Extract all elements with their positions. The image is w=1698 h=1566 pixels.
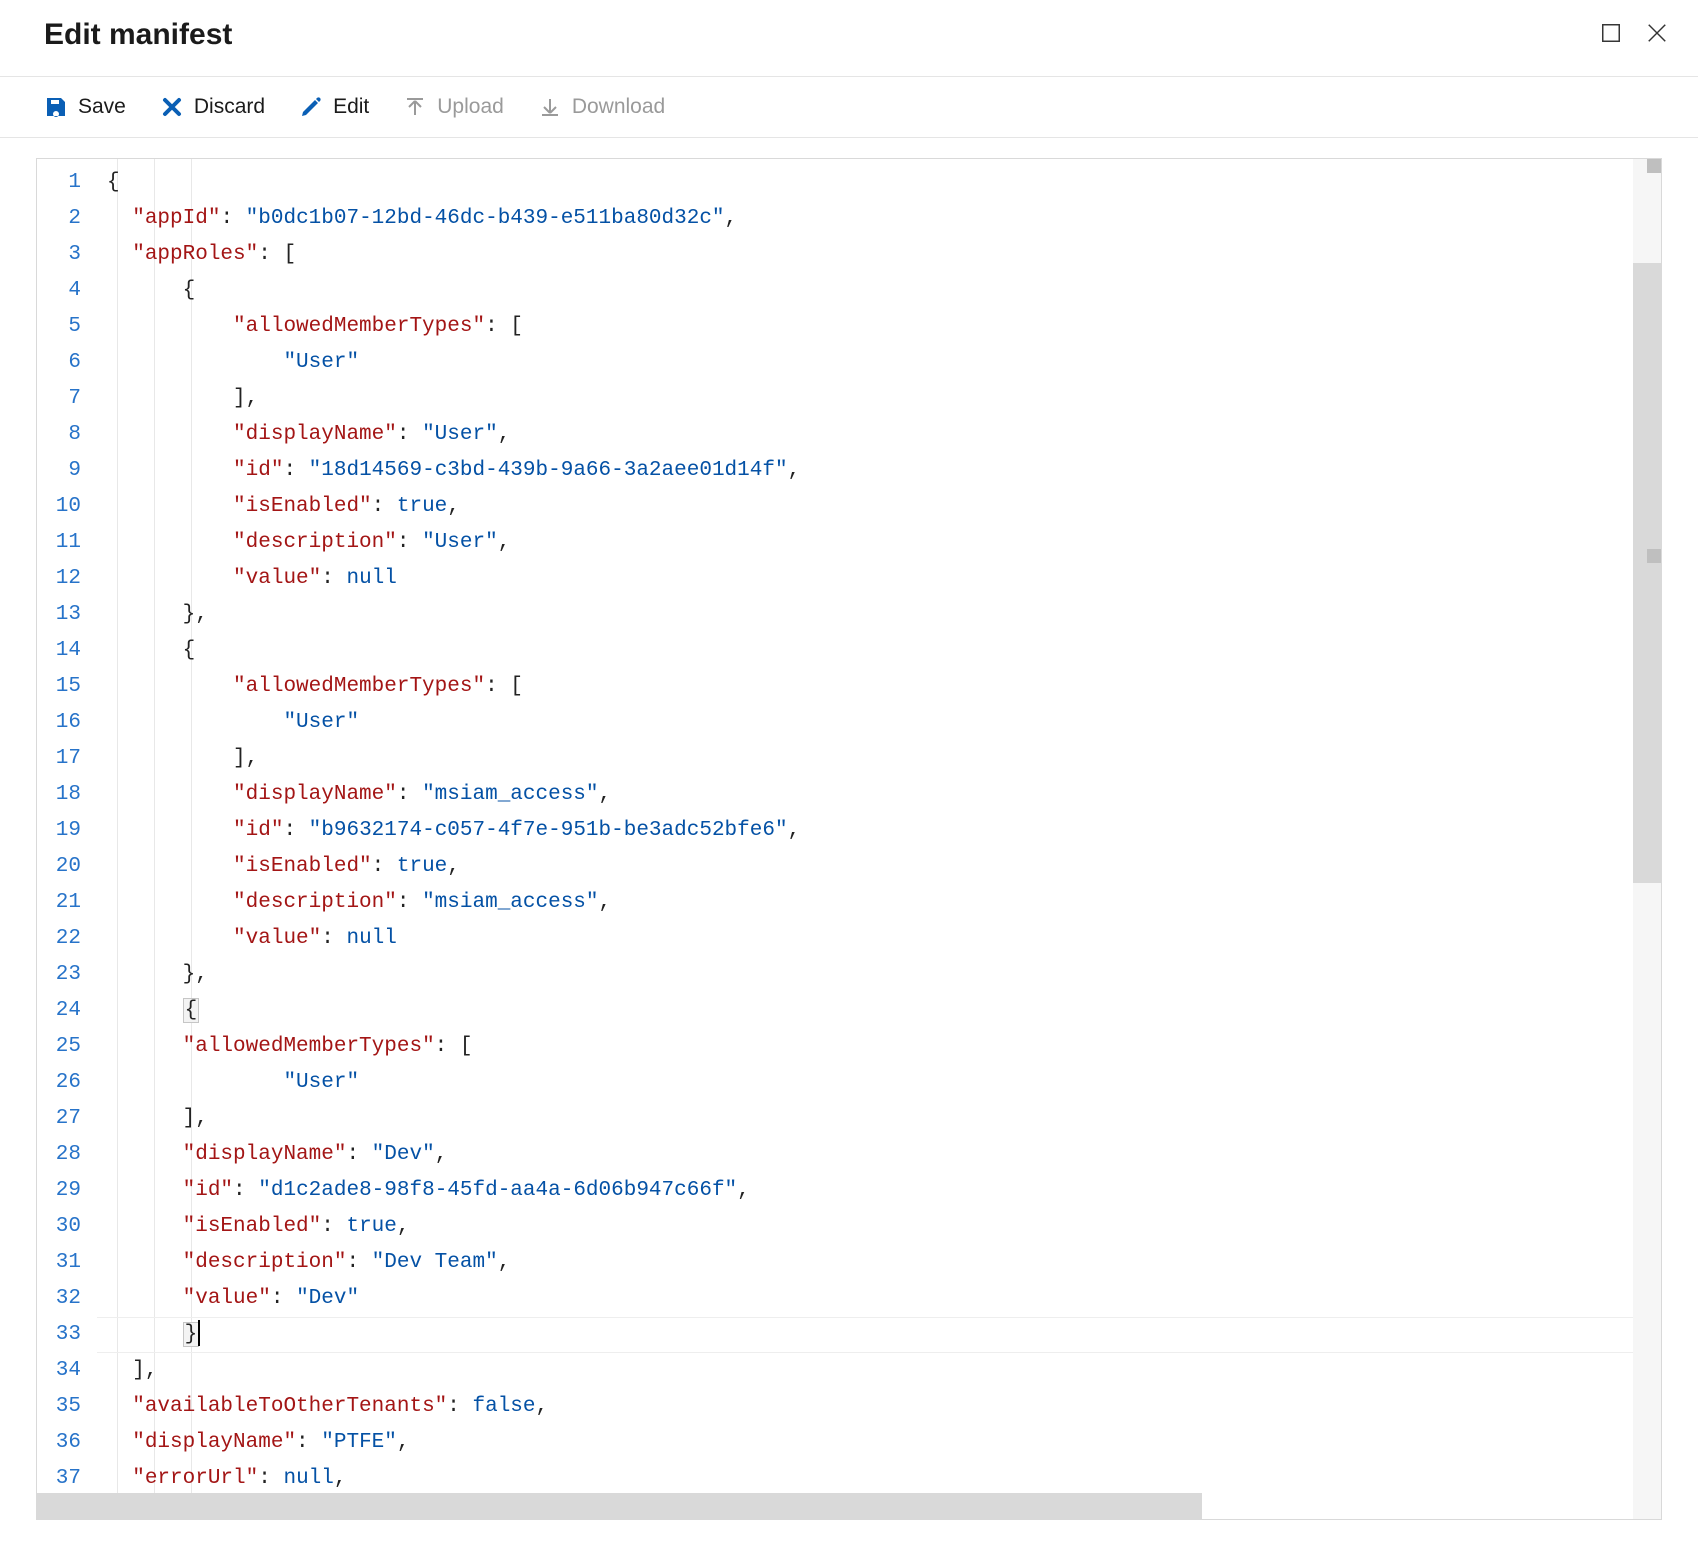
- code-editor[interactable]: 1234567891011121314151617181920212223242…: [36, 158, 1662, 1520]
- scrollbar-thumb-h[interactable]: [37, 1493, 1202, 1519]
- page-title: Edit manifest: [44, 18, 232, 52]
- discard-label: Discard: [194, 95, 265, 119]
- vertical-scrollbar[interactable]: [1633, 159, 1661, 1519]
- save-button[interactable]: Save: [44, 95, 126, 119]
- line-numbers: 1234567891011121314151617181920212223242…: [37, 159, 97, 1519]
- horizontal-scrollbar[interactable]: [37, 1493, 1633, 1519]
- maximize-icon[interactable]: [1600, 22, 1622, 49]
- download-button: Download: [538, 95, 665, 119]
- close-icon[interactable]: [1646, 22, 1668, 49]
- code-content[interactable]: { "appId": "b0dc1b07-12bd-46dc-b439-e511…: [97, 159, 1661, 1519]
- edit-label: Edit: [333, 95, 369, 119]
- scrollbar-thumb[interactable]: [1633, 263, 1661, 883]
- upload-label: Upload: [437, 95, 504, 119]
- upload-button: Upload: [403, 95, 504, 119]
- save-label: Save: [78, 95, 126, 119]
- toolbar: Save Discard Edit Upload Download: [0, 77, 1698, 138]
- edit-button[interactable]: Edit: [299, 95, 369, 119]
- discard-button[interactable]: Discard: [160, 95, 265, 119]
- download-label: Download: [572, 95, 665, 119]
